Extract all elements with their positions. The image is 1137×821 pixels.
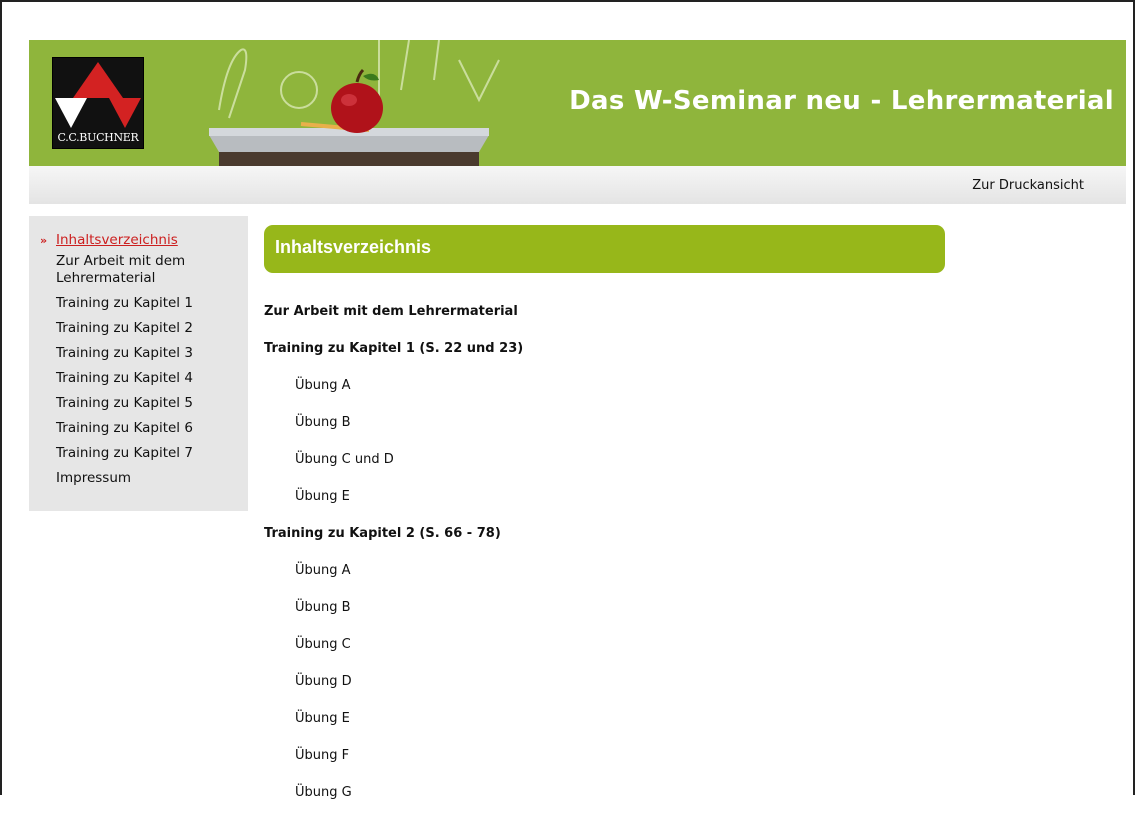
sidebar-item-kapitel-5[interactable]: Training zu Kapitel 5 [56, 395, 236, 412]
buchner-logo[interactable]: C.C.BUCHNER [53, 58, 143, 148]
toc-subentry[interactable]: Übung A [264, 377, 1124, 414]
site-title: Das W-Seminar neu - Lehrermaterial [569, 86, 1114, 116]
sidebar-item-kapitel-7[interactable]: Training zu Kapitel 7 [56, 445, 236, 462]
sidebar-item-label: Zur Arbeit mit dem Lehrermaterial [56, 253, 186, 286]
toc-entry-kapitel-2[interactable]: Training zu Kapitel 2 (S. 66 - 78) [264, 525, 1124, 562]
toc-entry-zur-arbeit[interactable]: Zur Arbeit mit dem Lehrermaterial [264, 303, 1124, 340]
sidebar-item-label: Training zu Kapitel 2 [56, 320, 193, 336]
header-banner: C.C.BUCHNER Das W-Seminar neu - Lehrerma… [29, 40, 1126, 166]
sidebar-item-label: Training zu Kapitel 1 [56, 295, 193, 311]
sidebar-item-kapitel-6[interactable]: Training zu Kapitel 6 [56, 420, 236, 437]
logo-wordmark: C.C.BUCHNER [57, 131, 139, 144]
toolbar: Zur Druckansicht [29, 166, 1126, 204]
main-content: Inhaltsverzeichnis Zur Arbeit mit dem Le… [264, 225, 1124, 821]
table-of-contents: Zur Arbeit mit dem Lehrermaterial Traini… [264, 303, 1124, 821]
toc-subentry[interactable]: Übung G [264, 784, 1124, 821]
double-chevron-right-icon: » [40, 234, 48, 247]
toc-subentry[interactable]: Übung B [264, 599, 1124, 636]
toc-subentry[interactable]: Übung E [264, 710, 1124, 747]
sidebar-item-label: Training zu Kapitel 4 [56, 370, 193, 386]
sidebar-item-kapitel-3[interactable]: Training zu Kapitel 3 [56, 345, 236, 362]
sidebar-item-label: Impressum [56, 470, 132, 486]
banner-illustration [209, 40, 500, 166]
toc-subentry[interactable]: Übung C [264, 636, 1124, 673]
toc-subentry[interactable]: Übung C und D [264, 451, 1124, 488]
sidebar-item-impressum[interactable]: Impressum [56, 470, 236, 487]
sidebar-item-label: Inhaltsverzeichnis [56, 232, 178, 248]
sidebar-nav: » Inhaltsverzeichnis Zur Arbeit mit dem … [29, 216, 248, 511]
print-view-link[interactable]: Zur Druckansicht [972, 178, 1084, 193]
sidebar-item-kapitel-1[interactable]: Training zu Kapitel 1 [56, 295, 236, 312]
page-title: Inhaltsverzeichnis [275, 237, 432, 257]
sidebar-item-label: Training zu Kapitel 5 [56, 395, 193, 411]
sidebar-item-label: Training zu Kapitel 6 [56, 420, 193, 436]
toc-subentry[interactable]: Übung D [264, 673, 1124, 710]
toc-subentry[interactable]: Übung B [264, 414, 1124, 451]
page-heading-bar: Inhaltsverzeichnis [264, 225, 945, 273]
sidebar-item-inhaltsverzeichnis[interactable]: » Inhaltsverzeichnis [40, 232, 236, 249]
sidebar-item-label: Training zu Kapitel 3 [56, 345, 193, 361]
toc-subentry[interactable]: Übung A [264, 562, 1124, 599]
logo-triangles-icon [55, 62, 141, 128]
toc-subentry[interactable]: Übung F [264, 747, 1124, 784]
sidebar-item-zur-arbeit[interactable]: Zur Arbeit mit dem Lehrermaterial [56, 253, 236, 287]
sidebar-item-kapitel-4[interactable]: Training zu Kapitel 4 [56, 370, 236, 387]
toc-subentry[interactable]: Übung E [264, 488, 1124, 525]
toc-entry-kapitel-1[interactable]: Training zu Kapitel 1 (S. 22 und 23) [264, 340, 1124, 377]
sidebar-item-kapitel-2[interactable]: Training zu Kapitel 2 [56, 320, 236, 337]
sidebar-item-label: Training zu Kapitel 7 [56, 445, 193, 461]
